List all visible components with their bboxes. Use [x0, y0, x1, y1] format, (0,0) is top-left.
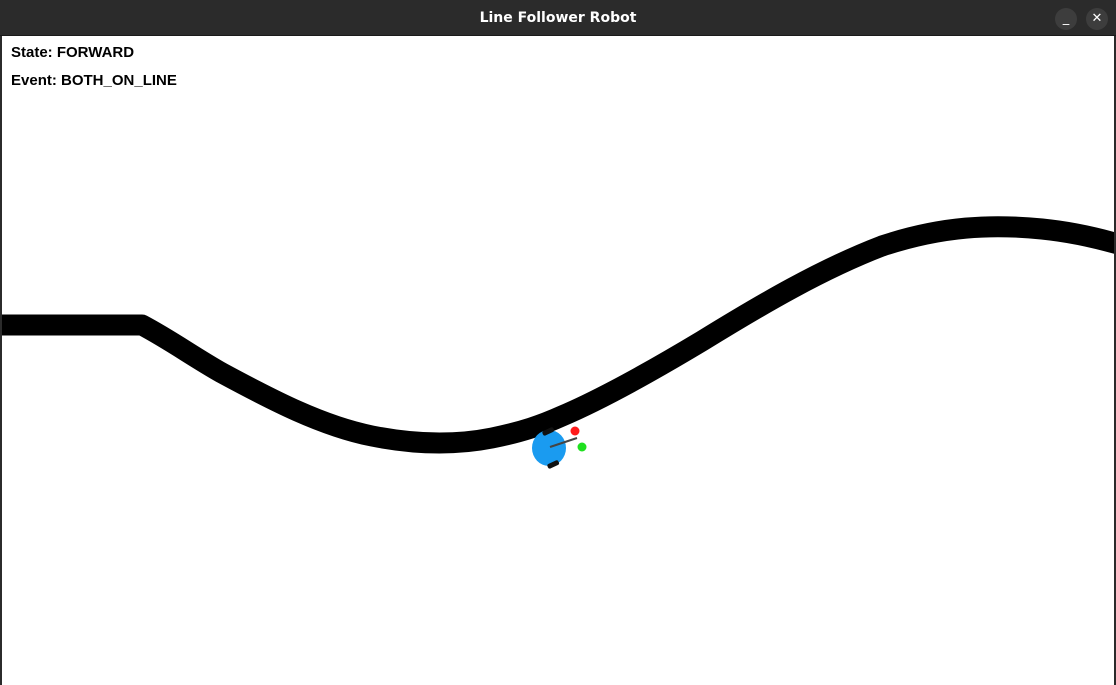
minimize-button[interactable]: _: [1055, 8, 1077, 30]
event-label: Event: BOTH_ON_LINE: [11, 72, 177, 89]
sensor-right: [577, 442, 587, 452]
state-label: State: FORWARD: [11, 44, 135, 61]
close-icon: ✕: [1091, 11, 1103, 26]
robot-body: [532, 430, 566, 466]
window-title: Line Follower Robot: [479, 10, 637, 26]
title-bar[interactable]: Line Follower Robot _ ✕: [0, 0, 1116, 36]
simulation-canvas: State: FORWARD Event: BOTH_ON_LINE: [2, 36, 1114, 685]
sensor-left: [570, 426, 580, 436]
app-window: Line Follower Robot _ ✕ State: FORWARD E…: [0, 0, 1116, 685]
close-button[interactable]: ✕: [1086, 8, 1108, 30]
robot: [532, 426, 587, 469]
minimize-icon: _: [1062, 11, 1070, 26]
scene-svg: [2, 216, 1114, 469]
track-line: [2, 216, 1114, 454]
